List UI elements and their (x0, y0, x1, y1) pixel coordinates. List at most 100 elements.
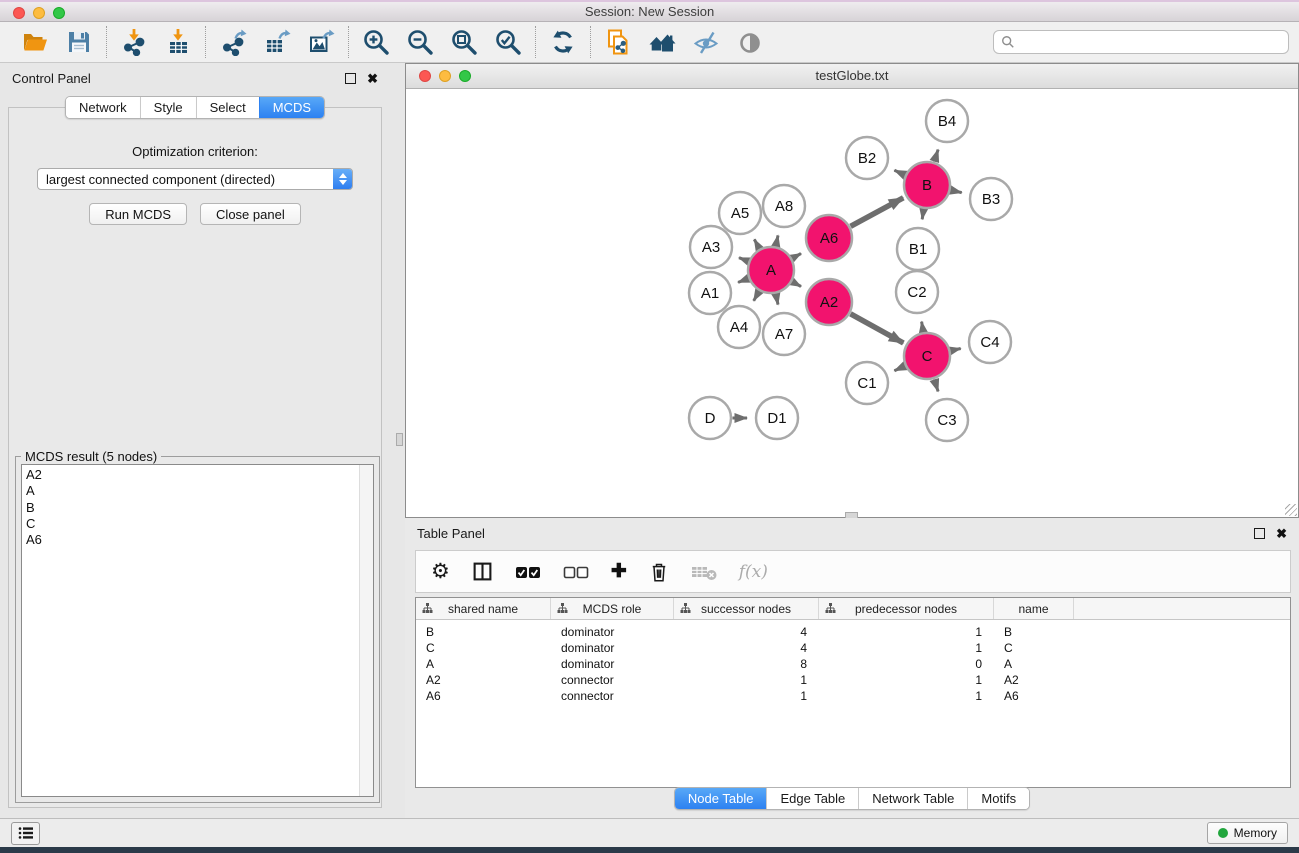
tab-select[interactable]: Select (196, 97, 259, 118)
zoom-out-icon[interactable] (406, 28, 434, 56)
resize-corner-handle[interactable] (1285, 504, 1297, 516)
import-network-icon[interactable] (120, 28, 148, 56)
result-list-item[interactable]: A (26, 483, 359, 499)
table-cell[interactable]: A6 (994, 689, 1074, 703)
table-row[interactable]: Adominator80A (416, 656, 1290, 672)
edge-A-A4[interactable] (754, 291, 759, 300)
table-cell[interactable]: 1 (819, 641, 994, 655)
close-network-window-icon[interactable] (419, 70, 431, 82)
edge-B-B1[interactable] (922, 209, 923, 219)
mcds-result-list[interactable]: A2ABCA6 (21, 464, 374, 797)
export-image-icon[interactable] (307, 28, 335, 56)
edge-C-C1[interactable] (894, 366, 904, 371)
table-cell[interactable]: C (416, 641, 551, 655)
edge-B-B3[interactable] (951, 190, 962, 192)
table-cell[interactable]: 1 (819, 625, 994, 639)
close-panel-icon[interactable]: ✖ (367, 72, 378, 85)
tab-edge-table[interactable]: Edge Table (766, 788, 858, 809)
network-window-titlebar[interactable]: testGlobe.txt (406, 64, 1298, 89)
table-cell[interactable]: B (416, 625, 551, 639)
copy-network-file-icon[interactable] (604, 28, 632, 56)
close-table-panel-icon[interactable]: ✖ (1276, 527, 1287, 540)
import-table-icon[interactable] (164, 28, 192, 56)
edge-A-A5[interactable] (754, 239, 759, 248)
edge-B-B2[interactable] (894, 170, 904, 175)
tab-motifs[interactable]: Motifs (967, 788, 1029, 809)
table-cell[interactable]: B (994, 625, 1074, 639)
run-mcds-button[interactable]: Run MCDS (89, 203, 187, 225)
column-header-predecessor-nodes[interactable]: predecessor nodes (819, 598, 994, 619)
table-cell[interactable]: C (994, 641, 1074, 655)
table-cell[interactable]: A2 (994, 673, 1074, 687)
add-column-icon[interactable]: ✚ (611, 562, 627, 581)
zoom-window-icon[interactable] (53, 7, 65, 19)
tab-network[interactable]: Network (66, 97, 140, 118)
table-cell[interactable]: 4 (674, 641, 819, 655)
table-cell[interactable]: 1 (819, 673, 994, 687)
table-cell[interactable]: dominator (551, 657, 674, 671)
table-cell[interactable]: A2 (416, 673, 551, 687)
table-cell[interactable]: A (994, 657, 1074, 671)
table-cell[interactable]: 8 (674, 657, 819, 671)
hide-eye-icon[interactable] (692, 28, 720, 56)
zoom-fit-icon[interactable] (450, 28, 478, 56)
result-list-item[interactable]: A6 (26, 532, 359, 548)
open-folder-icon[interactable] (21, 28, 49, 56)
network-graph[interactable]: AA1A2A3A4A5A6A7A8BB1B2B3B4CC1C2C3C4DD1 (406, 89, 1298, 517)
table-row[interactable]: A6connector11A6 (416, 688, 1290, 704)
search-box[interactable] (993, 30, 1289, 54)
table-cell[interactable]: connector (551, 689, 674, 703)
tab-network-table[interactable]: Network Table (858, 788, 967, 809)
node-table[interactable]: shared nameMCDS rolesuccessor nodesprede… (415, 597, 1291, 788)
table-cell[interactable]: 1 (819, 689, 994, 703)
preview-eye-icon[interactable] (736, 28, 764, 56)
refresh-icon[interactable] (549, 28, 577, 56)
table-cell[interactable]: A6 (416, 689, 551, 703)
edge-A-A8[interactable] (776, 235, 778, 246)
settings-gear-icon[interactable]: ⚙ (431, 561, 450, 582)
column-header-shared-name[interactable]: shared name (416, 598, 551, 619)
table-cell[interactable]: dominator (551, 625, 674, 639)
tab-node-table[interactable]: Node Table (675, 788, 767, 809)
table-cell[interactable]: A (416, 657, 551, 671)
column-header-successor-nodes[interactable]: successor nodes (674, 598, 819, 619)
select-all-checkboxes-icon[interactable] (515, 564, 541, 580)
close-window-icon[interactable] (13, 7, 25, 19)
search-input[interactable] (1020, 34, 1281, 51)
export-network-icon[interactable] (219, 28, 247, 56)
table-row[interactable]: A2connector11A2 (416, 672, 1290, 688)
deselect-all-checkboxes-icon[interactable] (563, 564, 589, 580)
export-table-icon[interactable] (263, 28, 291, 56)
save-icon[interactable] (65, 28, 93, 56)
edge-C-C2[interactable] (922, 322, 924, 332)
home-icon[interactable] (648, 28, 676, 56)
table-cell[interactable]: 0 (819, 657, 994, 671)
tab-style[interactable]: Style (140, 97, 196, 118)
close-panel-button[interactable]: Close panel (200, 203, 301, 225)
column-header-name[interactable]: name (994, 598, 1074, 619)
zoom-selected-icon[interactable] (494, 28, 522, 56)
table-cell[interactable]: 1 (674, 689, 819, 703)
result-list-scrollbar[interactable] (359, 465, 373, 796)
task-history-button[interactable] (11, 822, 40, 845)
delete-column-icon[interactable] (649, 561, 669, 583)
table-row[interactable]: Bdominator41B (416, 624, 1290, 640)
column-layout-icon[interactable] (472, 561, 493, 582)
result-list-item[interactable]: B (26, 500, 359, 516)
table-cell[interactable]: 1 (674, 673, 819, 687)
table-cell[interactable]: dominator (551, 641, 674, 655)
zoom-network-window-icon[interactable] (459, 70, 471, 82)
minimize-network-window-icon[interactable] (439, 70, 451, 82)
edge-B-B4[interactable] (934, 150, 938, 162)
column-header-MCDS-role[interactable]: MCDS role (551, 598, 674, 619)
float-panel-icon[interactable] (345, 73, 356, 84)
network-canvas[interactable]: AA1A2A3A4A5A6A7A8BB1B2B3B4CC1C2C3C4DD1 (406, 89, 1298, 517)
table-row[interactable]: Cdominator41C (416, 640, 1290, 656)
zoom-in-icon[interactable] (362, 28, 390, 56)
edge-A-A7[interactable] (776, 294, 778, 305)
table-cell[interactable]: 4 (674, 625, 819, 639)
tab-mcds[interactable]: MCDS (259, 97, 324, 118)
minimize-window-icon[interactable] (33, 7, 45, 19)
edge-C-C3[interactable] (934, 379, 938, 391)
edge-A2-C[interactable] (851, 314, 904, 343)
